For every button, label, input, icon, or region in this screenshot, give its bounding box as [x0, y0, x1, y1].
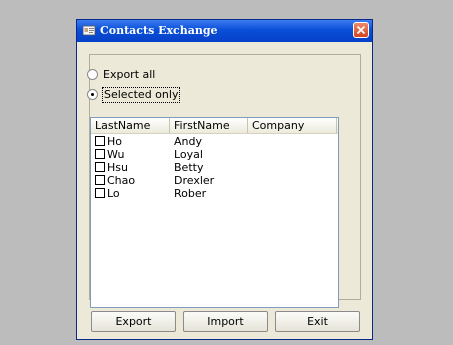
- row-checkbox[interactable]: [95, 175, 105, 185]
- exit-button[interactable]: Exit: [275, 311, 360, 332]
- list-item[interactable]: Wu Loyal: [91, 148, 338, 161]
- title-bar[interactable]: Contacts Exchange: [77, 20, 372, 42]
- lastname-cell: Chao: [107, 174, 136, 187]
- lastname-cell: Ho: [107, 135, 123, 148]
- list-item[interactable]: Lo Rober: [91, 187, 338, 200]
- firstname-cell: Andy: [174, 135, 202, 148]
- firstname-cell: Loyal: [174, 148, 203, 161]
- row-checkbox[interactable]: [95, 188, 105, 198]
- column-header-company[interactable]: Company: [248, 118, 337, 133]
- column-header-lastname[interactable]: LastName: [91, 118, 170, 133]
- export-button[interactable]: Export: [91, 311, 176, 332]
- firstname-cell: Rober: [174, 187, 207, 200]
- lastname-cell: Lo: [107, 187, 120, 200]
- contacts-exchange-dialog: Contacts Exchange Export all Selected on…: [76, 19, 373, 340]
- lastname-cell: Hsu: [107, 161, 128, 174]
- firstname-cell: Drexler: [174, 174, 215, 187]
- list-item[interactable]: Ho Andy: [91, 135, 338, 148]
- import-button[interactable]: Import: [183, 311, 268, 332]
- column-header-firstname[interactable]: FirstName: [170, 118, 248, 133]
- window-title: Contacts Exchange: [100, 24, 218, 37]
- close-button[interactable]: [353, 22, 369, 38]
- row-checkbox[interactable]: [95, 149, 105, 159]
- row-checkbox[interactable]: [95, 162, 105, 172]
- contacts-list[interactable]: LastName FirstName Company Ho Andy Wu Lo…: [90, 117, 339, 308]
- lastname-cell: Wu: [107, 148, 125, 161]
- list-item[interactable]: Chao Drexler: [91, 174, 338, 187]
- list-item[interactable]: Hsu Betty: [91, 161, 338, 174]
- export-all-radio[interactable]: [87, 69, 98, 80]
- selected-only-radio[interactable]: [87, 89, 98, 100]
- close-icon: [356, 25, 366, 35]
- list-header: LastName FirstName Company: [91, 118, 338, 134]
- export-all-label: Export all: [103, 68, 156, 81]
- row-checkbox[interactable]: [95, 136, 105, 146]
- contacts-app-icon: [83, 25, 96, 36]
- firstname-cell: Betty: [174, 161, 204, 174]
- selected-only-label: Selected only: [101, 87, 181, 103]
